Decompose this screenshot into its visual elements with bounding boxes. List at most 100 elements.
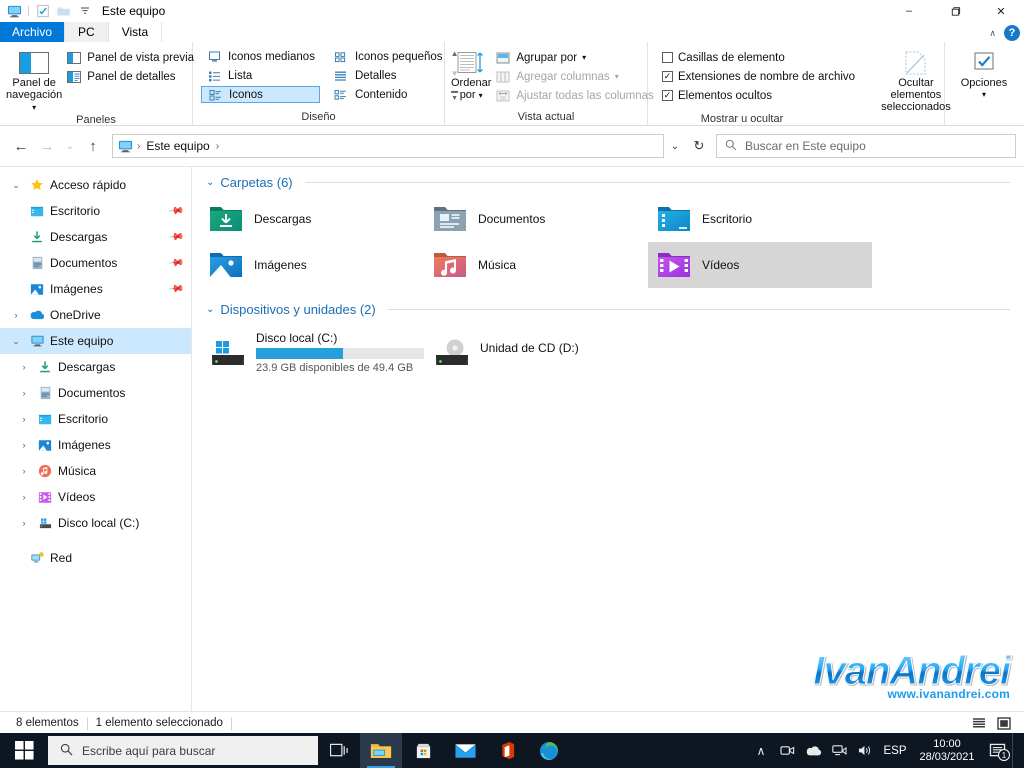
view-contenido[interactable]: Contenido: [328, 86, 448, 103]
preview-pane-item[interactable]: Panel de vista previa: [62, 49, 198, 66]
details-view-icon[interactable]: [970, 716, 987, 731]
volume-icon[interactable]: [852, 733, 878, 768]
pin-icon[interactable]: 📌: [167, 255, 184, 271]
tile-videos[interactable]: Vídeos: [648, 242, 872, 288]
breadcrumb-separator-2[interactable]: ›: [216, 141, 219, 152]
search-box[interactable]: Buscar en Este equipo: [716, 134, 1016, 158]
tab-archivo[interactable]: Archivo: [0, 22, 66, 42]
checkbox-item-casillas[interactable]: Casillas de elemento: [658, 49, 859, 66]
chevron-down-icon[interactable]: ⌄: [6, 336, 26, 347]
taskbar-search-box[interactable]: Escribe aquí para buscar: [48, 736, 318, 765]
chevron-right-icon[interactable]: ›: [14, 362, 34, 372]
sidebar-item-red[interactable]: Red: [0, 545, 191, 571]
breadcrumb-item-este-equipo[interactable]: Este equipo: [144, 139, 211, 153]
chevron-right-icon[interactable]: ›: [14, 440, 34, 450]
sidebar-item-documentos[interactable]: › Documentos: [0, 380, 191, 406]
maximize-button[interactable]: [932, 0, 978, 22]
chevron-down-icon[interactable]: ⌄: [206, 177, 214, 188]
view-detalles[interactable]: Detalles: [328, 67, 448, 84]
fit-columns-item[interactable]: Ajustar todas las columnas: [491, 87, 657, 104]
sidebar-item-disco-local[interactable]: › Disco local (C:): [0, 510, 191, 536]
navigation-pane-button[interactable]: Panel de navegación ▾: [6, 46, 62, 114]
clock[interactable]: 10:00 28/03/2021: [912, 738, 982, 764]
chevron-right-icon[interactable]: ›: [14, 518, 34, 528]
collapse-ribbon-icon[interactable]: ∧: [989, 28, 996, 39]
tab-pc[interactable]: PC: [65, 22, 109, 42]
chevron-right-icon[interactable]: ›: [14, 492, 34, 502]
close-button[interactable]: ✕: [978, 0, 1024, 22]
drive-cd-d[interactable]: Unidad de CD (D:): [424, 325, 648, 379]
view-iconos[interactable]: Iconos: [201, 86, 320, 103]
view-iconos-pequenos[interactable]: Iconos pequeños: [328, 48, 448, 65]
details-pane-item[interactable]: Panel de detalles: [62, 68, 198, 85]
office-icon[interactable]: [486, 733, 528, 768]
webcam-icon[interactable]: [774, 733, 800, 768]
view-lista[interactable]: Lista: [201, 67, 320, 84]
forward-button[interactable]: →: [34, 133, 60, 159]
edge-icon[interactable]: [528, 733, 570, 768]
address-dropdown-button[interactable]: ⌄: [664, 141, 686, 152]
tile-descargas[interactable]: Descargas: [200, 196, 424, 242]
hide-selected-items-button[interactable]: Ocultar elementos seleccionados: [881, 46, 951, 113]
sidebar-item-acceso-rapido[interactable]: ⌄ Acceso rápido: [0, 172, 191, 198]
properties-icon[interactable]: [35, 3, 51, 19]
chevron-right-icon[interactable]: ›: [14, 388, 34, 398]
tile-documentos[interactable]: Documentos: [424, 196, 648, 242]
tile-escritorio[interactable]: Escritorio: [648, 196, 872, 242]
show-hidden-icons-icon[interactable]: ∧: [748, 733, 774, 768]
sidebar-item-onedrive[interactable]: › OneDrive: [0, 302, 191, 328]
drive-disco-local-c[interactable]: Disco local (C:) 23.9 GB disponibles de …: [200, 325, 424, 379]
minimize-button[interactable]: –: [886, 0, 932, 22]
folders-group-header[interactable]: ⌄ Carpetas (6): [192, 167, 1024, 194]
up-button[interactable]: ↑: [80, 133, 106, 159]
show-desktop-button[interactable]: [1012, 733, 1020, 768]
pin-icon[interactable]: 📌: [167, 229, 184, 245]
pin-icon[interactable]: 📌: [167, 281, 184, 297]
sidebar-item-escritorio-qa[interactable]: Escritorio 📌: [0, 198, 191, 224]
chevron-down-icon[interactable]: ⌄: [206, 304, 214, 315]
customize-qat-icon[interactable]: [77, 3, 93, 19]
help-button[interactable]: ?: [1004, 25, 1020, 41]
language-indicator[interactable]: ESP: [878, 745, 912, 757]
chevron-right-icon[interactable]: ›: [14, 466, 34, 476]
chevron-down-icon[interactable]: ⌄: [6, 180, 26, 191]
back-button[interactable]: ←: [8, 133, 34, 159]
options-button[interactable]: Opciones ▾: [951, 46, 1017, 101]
sidebar-item-imagenes[interactable]: › Imágenes: [0, 432, 191, 458]
address-bar[interactable]: › Este equipo ›: [112, 134, 664, 158]
view-iconos-medianos[interactable]: Iconos medianos: [201, 48, 320, 65]
casillas-checkbox[interactable]: [662, 52, 673, 63]
onedrive-icon[interactable]: [800, 733, 826, 768]
breadcrumb-separator-1[interactable]: ›: [137, 141, 140, 152]
file-explorer-icon[interactable]: [360, 733, 402, 768]
sidebar-item-musica[interactable]: › Música: [0, 458, 191, 484]
large-icons-view-icon[interactable]: [995, 716, 1012, 731]
ocultos-checkbox[interactable]: ✓: [662, 90, 673, 101]
tile-imagenes[interactable]: Imágenes: [200, 242, 424, 288]
pin-icon[interactable]: 📌: [167, 203, 184, 219]
tile-musica[interactable]: Música: [424, 242, 648, 288]
search-input[interactable]: Buscar en Este equipo: [745, 139, 866, 153]
sidebar-item-documentos-qa[interactable]: Documentos 📌: [0, 250, 191, 276]
sidebar-item-imagenes-qa[interactable]: Imágenes 📌: [0, 276, 191, 302]
chevron-right-icon[interactable]: ›: [6, 310, 26, 320]
breadcrumb-root-icon[interactable]: [117, 138, 133, 154]
sidebar-item-descargas[interactable]: › Descargas: [0, 354, 191, 380]
checkbox-item-extensiones[interactable]: ✓ Extensiones de nombre de archivo: [658, 68, 859, 85]
group-by-item[interactable]: Agrupar por ▾: [491, 49, 657, 66]
windows-start-icon[interactable]: [0, 733, 48, 768]
add-columns-item[interactable]: Agregar columnas ▾: [491, 68, 657, 85]
sidebar-item-videos[interactable]: › Vídeos: [0, 484, 191, 510]
this-pc-icon[interactable]: [6, 3, 22, 19]
extensiones-checkbox[interactable]: ✓: [662, 71, 673, 82]
network-icon[interactable]: [826, 733, 852, 768]
recent-locations-button[interactable]: ⌄: [60, 133, 80, 159]
taskbar-search-input[interactable]: Escribe aquí para buscar: [82, 744, 215, 758]
tab-vista[interactable]: Vista: [108, 22, 163, 42]
refresh-button[interactable]: ↻: [686, 134, 712, 158]
checkbox-item-ocultos[interactable]: ✓ Elementos ocultos: [658, 87, 859, 104]
new-folder-icon[interactable]: [56, 3, 72, 19]
sidebar-item-escritorio[interactable]: › Escritorio: [0, 406, 191, 432]
notifications-icon[interactable]: 1: [982, 733, 1012, 768]
chevron-right-icon[interactable]: ›: [14, 414, 34, 424]
